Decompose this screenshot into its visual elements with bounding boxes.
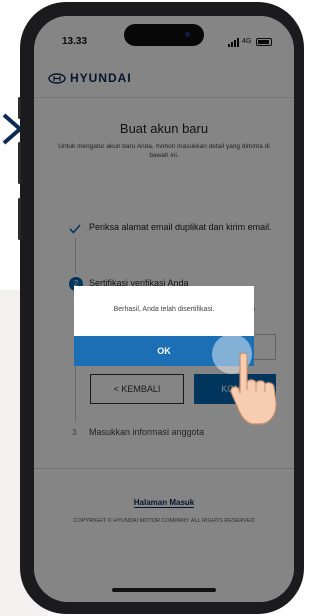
phone-volume-down-button [18,198,21,240]
pointing-hand-icon [230,352,277,425]
phone-screen: 13.33 4G HYUNDAI Buat akun baru Untuk me… [34,16,294,602]
home-indicator[interactable] [112,588,216,592]
phone-frame: 13.33 4G HYUNDAI Buat akun baru Untuk me… [18,2,304,614]
dialog-message: Berhasil, Anda telah disertifikasi. [113,306,215,313]
phone-side-button [18,97,21,119]
phone-volume-up-button [18,142,21,184]
